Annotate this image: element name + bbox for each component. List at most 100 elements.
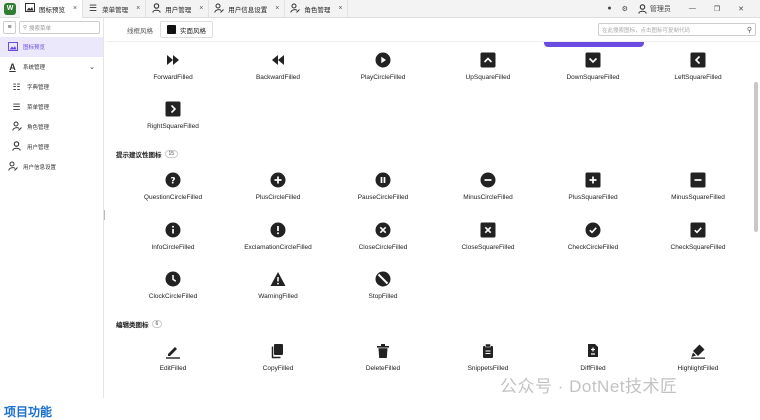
check-square-filled-icon [690, 222, 706, 238]
user-settings-icon [7, 161, 18, 173]
icon-label: CloseCircleFilled [358, 244, 408, 251]
tab-user-management[interactable]: 用户管理 × [146, 0, 210, 18]
icon-cell[interactable]: HighlightFilled [645, 343, 751, 383]
minimize-icon[interactable]: — [689, 5, 696, 12]
edit-filled-icon [165, 343, 181, 359]
close-window-icon[interactable]: ✕ [738, 5, 744, 13]
play-circle-filled-icon [375, 52, 391, 68]
icon-label: PauseCircleFilled [357, 194, 409, 201]
section-title-edit: 编辑类图标 6 [116, 319, 163, 329]
icon-cell[interactable]: InfoCircleFilled [120, 222, 226, 262]
icon-label: QuestionCircleFilled [143, 194, 203, 201]
tab-bar: W 图标预览 × ☰ 菜单管理 × 用户管理 × 用户信息设置 × 角色管理 ×… [0, 0, 760, 18]
icon-cell[interactable]: CheckSquareFilled [645, 222, 751, 262]
icon-cell[interactable]: EditFilled [120, 343, 226, 383]
scrollbar[interactable] [754, 82, 758, 232]
minus-circle-filled-icon [480, 172, 496, 188]
icon-cell[interactable]: PlusCircleFilled [225, 172, 331, 212]
icon-label: PlusSquareFilled [568, 194, 618, 201]
icon-search-input[interactable]: 在此搜索图标，点击图标可复制代码 ⚲ [598, 23, 756, 36]
clock-circle-filled-icon [165, 271, 181, 287]
icon-search-placeholder: 在此搜索图标，点击图标可复制代码 [602, 27, 691, 34]
theme-icon[interactable]: ● [607, 5, 611, 12]
tab-label: 菜单管理 [102, 6, 129, 14]
plus-square-filled-icon [585, 172, 601, 188]
maximize-icon[interactable]: ❐ [714, 5, 720, 13]
close-icon[interactable]: × [136, 5, 140, 12]
pause-circle-filled-icon [375, 172, 391, 188]
role-icon [290, 3, 301, 15]
icon-label: DeleteFilled [365, 365, 401, 372]
close-icon[interactable]: × [275, 5, 279, 12]
icon-cell[interactable]: CheckCircleFilled [540, 222, 646, 262]
sidebar-search-input[interactable]: ⚲ 搜索菜单 [19, 21, 100, 34]
icon-cell[interactable]: MinusSquareFilled [645, 172, 751, 212]
role-icon [11, 121, 22, 133]
tab-outline-style[interactable]: 线框风格 [120, 21, 160, 38]
icon-cell[interactable]: CopyFilled [225, 343, 331, 383]
sidebar-item-icon-preview[interactable]: 图标预览 [0, 37, 103, 57]
user-icon [638, 3, 647, 14]
left-square-filled-icon [690, 52, 706, 68]
icon-cell[interactable]: CloseCircleFilled [330, 222, 436, 262]
tab-menu-management[interactable]: ☰ 菜单管理 × [83, 0, 147, 18]
icon-cell[interactable]: BackwardFilled [225, 52, 331, 92]
icon-cell[interactable]: DownSquareFilled [540, 52, 646, 92]
icon-label: CheckSquareFilled [670, 244, 726, 251]
sidebar-item-dictionary[interactable]: ☷ 字典管理 [0, 77, 103, 97]
icon-cell[interactable]: DeleteFilled [330, 343, 436, 383]
tab-label: 用户管理 [165, 6, 192, 14]
close-icon[interactable]: × [338, 5, 342, 12]
tab-user-settings[interactable]: 用户信息设置 × [209, 0, 286, 18]
tab-label: 图标预览 [39, 6, 65, 14]
chevron-down-icon: ⌄ [89, 64, 95, 71]
icon-label: DownSquareFilled [566, 74, 620, 81]
sidebar-item-menu[interactable]: ☰ 菜单管理 [0, 97, 103, 117]
sidebar-item-user-settings[interactable]: 用户信息设置 [0, 157, 103, 177]
gear-icon[interactable]: ⚙ [622, 5, 628, 13]
icon-cell[interactable]: ClockCircleFilled [120, 271, 226, 311]
close-icon[interactable]: × [199, 5, 203, 12]
collapse-menu-button[interactable]: ≡ [3, 21, 16, 34]
info-circle-filled-icon [165, 222, 181, 238]
icon-cell[interactable]: ExclamationCircleFilled [225, 222, 331, 262]
icon-cell[interactable]: PauseCircleFilled [330, 172, 436, 212]
icon-cell[interactable]: StopFilled [330, 271, 436, 311]
tab-label: 角色管理 [304, 6, 331, 14]
icon-cell[interactable]: ? QuestionCircleFilled [120, 172, 226, 212]
icon-cell[interactable]: PlayCircleFilled [330, 52, 436, 92]
section-title-text: 编辑类图标 [116, 322, 149, 329]
search-icon: ⚲ [23, 24, 28, 31]
icon-cell[interactable]: ForwardFilled [120, 52, 226, 92]
sidebar-item-user[interactable]: 用户管理 [0, 137, 103, 157]
icon-cell[interactable]: RightSquareFilled [120, 101, 226, 141]
icon-label: HighlightFilled [677, 365, 719, 372]
copy-filled-icon [270, 343, 286, 359]
tab-filled-style[interactable]: 实面风格 [160, 21, 213, 38]
menu-icon: ☰ [12, 101, 21, 112]
user-menu[interactable]: 管理员 [638, 3, 671, 14]
icon-cell[interactable]: MinusCircleFilled [435, 172, 541, 212]
icon-label: SnippetsFilled [467, 365, 509, 372]
highlight-filled-icon [690, 343, 706, 359]
icon-cell[interactable]: DiffFilled [540, 343, 646, 383]
sidebar: ≡ ⚲ 搜索菜单 图标预览 A 系统管理 ⌄ ☷ 字典管理 ☰ 菜单管理 角色管… [0, 18, 104, 398]
sidebar-item-label: 菜单管理 [27, 105, 50, 111]
tab-role-management[interactable]: 角色管理 × [285, 0, 349, 18]
icon-label: UpSquareFilled [465, 74, 511, 81]
font-icon: A [9, 62, 16, 72]
icon-label: PlusCircleFilled [255, 194, 301, 201]
icon-cell[interactable]: UpSquareFilled [435, 52, 541, 92]
icon-cell[interactable]: CloseSquareFilled [435, 222, 541, 262]
icon-label: ClockCircleFilled [148, 293, 198, 300]
section-title-suggestion: 提示建议性图标 15 [116, 149, 179, 159]
tab-icon-preview[interactable]: 图标预览 × [20, 0, 84, 18]
sidebar-item-role[interactable]: 角色管理 [0, 117, 103, 137]
close-icon[interactable]: × [73, 5, 77, 12]
icon-cell[interactable]: WarningFilled [225, 271, 331, 311]
icon-cell[interactable]: LeftSquareFilled [645, 52, 751, 92]
sidebar-item-system-management[interactable]: A 系统管理 ⌄ [0, 57, 103, 77]
icon-cell[interactable]: SnippetsFilled [435, 343, 541, 383]
icon-cell[interactable]: PlusSquareFilled [540, 172, 646, 212]
icon-label: WarningFilled [258, 293, 298, 300]
